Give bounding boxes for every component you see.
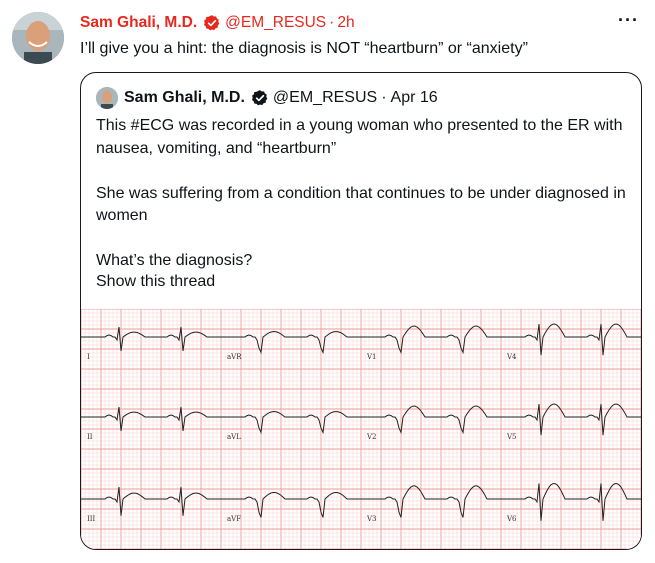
ecg-lead-label: V6: [506, 515, 517, 523]
verified-badge-icon: [203, 14, 221, 32]
quoted-author-avatar: [96, 87, 118, 109]
tweet-time[interactable]: 2h: [337, 14, 354, 32]
separator: ·: [381, 89, 387, 106]
quoted-text-line: This #ECG was recorded in a young woman …: [96, 117, 623, 157]
quoted-author-handle: @EM_RESUS: [272, 89, 378, 106]
quoted-text-line: What’s the diagnosis?: [96, 252, 253, 269]
quoted-author-name: Sam Ghali, M.D.: [124, 89, 245, 106]
ecg-lead-label: V4: [506, 353, 517, 361]
show-thread-link[interactable]: Show this thread: [96, 273, 215, 291]
ecg-lead-label: aVF: [227, 515, 241, 523]
tweet-header: Sam Ghali, M.D. @EM_RESUS · 2h ···: [80, 10, 639, 34]
tweet-text: I’ll give you a hint: the diagnosis is N…: [80, 40, 528, 57]
author-avatar[interactable]: [12, 12, 64, 64]
quoted-tweet-text: This #ECG was recorded in a young woman …: [96, 115, 626, 273]
ecg-lead-label: aVR: [227, 353, 242, 361]
ecg-lead-label: III: [87, 515, 96, 523]
more-options-icon[interactable]: ···: [618, 10, 639, 31]
author-handle[interactable]: @EM_RESUS: [225, 14, 326, 32]
ecg-lead-label: I: [87, 353, 90, 361]
ecg-grid: [81, 309, 641, 549]
separator: ·: [329, 14, 335, 31]
author-name[interactable]: Sam Ghali, M.D.: [80, 14, 197, 32]
ecg-lead-label: V5: [506, 433, 517, 441]
ecg-lead-label: aVL: [227, 433, 241, 441]
verified-badge-icon: [251, 89, 269, 107]
ecg-lead-label: V3: [366, 515, 377, 523]
ecg-lead-label: II: [87, 433, 93, 441]
ecg-image[interactable]: IaVR V1 V4 II aVL V2 V5 III aVF V3 V6: [81, 309, 641, 549]
quoted-tweet[interactable]: Sam Ghali, M.D. @EM_RESUS · Apr 16 This …: [80, 72, 642, 550]
ecg-lead-label: V2: [366, 433, 377, 441]
quoted-tweet-header: Sam Ghali, M.D. @EM_RESUS · Apr 16: [96, 87, 438, 109]
ecg-lead-label: V1: [366, 353, 377, 361]
quoted-text-line: She was suffering from a condition that …: [96, 184, 626, 225]
quoted-tweet-date: Apr 16: [390, 89, 438, 106]
